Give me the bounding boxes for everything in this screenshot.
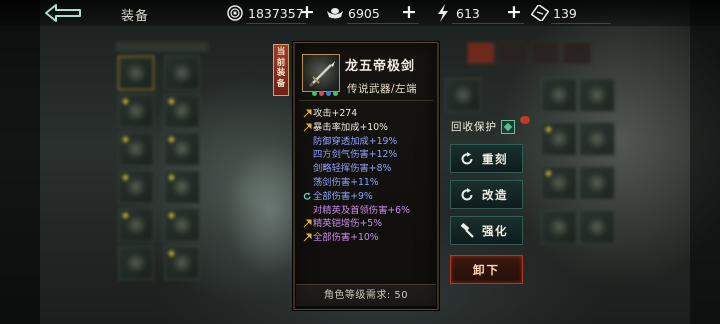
inventory-slot[interactable] (118, 170, 154, 204)
coin-counter: 1837357 (226, 4, 304, 22)
divider (551, 23, 611, 24)
back-button[interactable] (44, 3, 84, 23)
ticket-counter: 139 (531, 4, 577, 22)
protect-checkbox-icon[interactable] (501, 119, 515, 134)
inventory-slot[interactable] (164, 56, 200, 90)
gold-arrow-icon (303, 109, 312, 118)
inventory-slot[interactable] (164, 132, 200, 166)
stat-line: 全部伤害+9% (301, 190, 435, 204)
divider (246, 23, 306, 24)
back-arrow-icon (45, 4, 81, 22)
gold-arrow-icon (303, 233, 312, 242)
reforge-button[interactable]: 重刻 (450, 144, 523, 173)
ticket-value: 139 (553, 5, 577, 21)
sword-icon (308, 61, 335, 88)
stat-line: 全部伤害+10% (301, 231, 435, 245)
stamina-lightning-icon (434, 4, 452, 22)
inventory-tab[interactable] (499, 42, 527, 64)
gold-arrow-icon (303, 219, 312, 228)
inventory-slot[interactable] (118, 94, 154, 128)
inventory-tab[interactable] (467, 42, 495, 64)
stat-line: 精英铠增伤+5% (301, 217, 435, 231)
inventory-slot[interactable] (541, 122, 577, 156)
inventory-tab[interactable] (531, 42, 559, 64)
recycle-protect-label: 回收保护 (451, 121, 497, 133)
top-bar: 装备 1837357 + 6905 + 613 + 139 (0, 0, 720, 26)
reforge-label: 重刻 (482, 152, 508, 166)
recycle-protect-toggle[interactable]: 回收保护 (451, 116, 530, 134)
gem-icon (312, 91, 317, 96)
plus-icon: + (299, 1, 315, 23)
inventory-slot[interactable] (579, 78, 615, 112)
divider (299, 100, 433, 101)
inventory-slot[interactable] (541, 78, 577, 112)
ingot-value: 6905 (348, 5, 380, 21)
reroll-icon (303, 192, 311, 200)
left-inventory-grid (116, 42, 208, 292)
unequip-label: 卸下 (473, 263, 500, 277)
stamina-counter: 613 (434, 4, 480, 22)
ingot-counter: 6905 (326, 4, 380, 22)
stat-line: 防御穿透加成+19% (313, 135, 398, 147)
gem-icon (319, 91, 324, 96)
stat-line: 荡剑伤害+11% (313, 176, 379, 188)
inventory-slot[interactable] (445, 78, 481, 112)
item-name: 龙五帝极剑 (345, 59, 416, 74)
unequip-button[interactable]: 卸下 (450, 255, 523, 284)
modify-label: 改造 (482, 188, 508, 202)
ticket-icon (531, 4, 549, 22)
hammer-icon (460, 223, 474, 238)
inventory-slot[interactable] (118, 56, 154, 90)
coin-icon (226, 4, 244, 22)
inventory-slot[interactable] (164, 246, 200, 280)
inventory-header (116, 42, 208, 52)
strengthen-button[interactable]: 强化 (450, 216, 523, 245)
reforge-icon (461, 152, 473, 165)
gem-sockets (312, 91, 338, 96)
divider (347, 23, 419, 24)
gold-arrow-icon (303, 123, 312, 132)
plus-icon: + (506, 1, 522, 23)
level-requirement: 角色等级需求: 50 (296, 284, 436, 306)
inventory-slot[interactable] (118, 208, 154, 242)
modify-button[interactable]: 改造 (450, 180, 523, 209)
modify-icon (461, 188, 473, 201)
inventory-slot[interactable] (118, 132, 154, 166)
coin-value: 1837357 (248, 5, 304, 21)
stat-line: 攻击+274 (301, 107, 435, 121)
inventory-slot[interactable] (118, 246, 154, 280)
plus-icon: + (401, 1, 417, 23)
strengthen-label: 强化 (482, 224, 508, 238)
item-type: 传说武器/左端 (347, 83, 418, 95)
inventory-tab[interactable] (563, 42, 591, 64)
left-shade (0, 0, 40, 324)
right-shade (690, 0, 720, 324)
stat-line: 对精英及首领伤害+6% (313, 204, 410, 216)
gem-icon (333, 91, 338, 96)
item-stats-list: 攻击+274 暴击率加成+10% 防御穿透加成+19% 四方剑气伤害+12% 剑… (301, 107, 435, 245)
equipped-tag: 当 前 装 备 (273, 44, 289, 96)
stamina-value: 613 (456, 5, 480, 21)
stat-line: 暴击率加成+10% (301, 121, 435, 135)
gem-icon (326, 91, 331, 96)
inventory-slot[interactable] (579, 210, 615, 244)
stat-line: 四方剑气伤害+12% (313, 149, 398, 161)
inventory-slot[interactable] (579, 122, 615, 156)
inventory-slot[interactable] (541, 166, 577, 200)
inventory-slot[interactable] (579, 166, 615, 200)
divider (452, 23, 524, 24)
inventory-slot[interactable] (164, 170, 200, 204)
notification-dot (520, 116, 530, 124)
item-icon (302, 54, 340, 92)
page-title: 装备 (121, 9, 150, 24)
ingot-icon (326, 4, 344, 22)
inventory-slot[interactable] (164, 94, 200, 128)
inventory-slot[interactable] (164, 208, 200, 242)
inventory-slot[interactable] (541, 210, 577, 244)
stat-line: 剑略轻挥伤害+8% (313, 163, 392, 175)
